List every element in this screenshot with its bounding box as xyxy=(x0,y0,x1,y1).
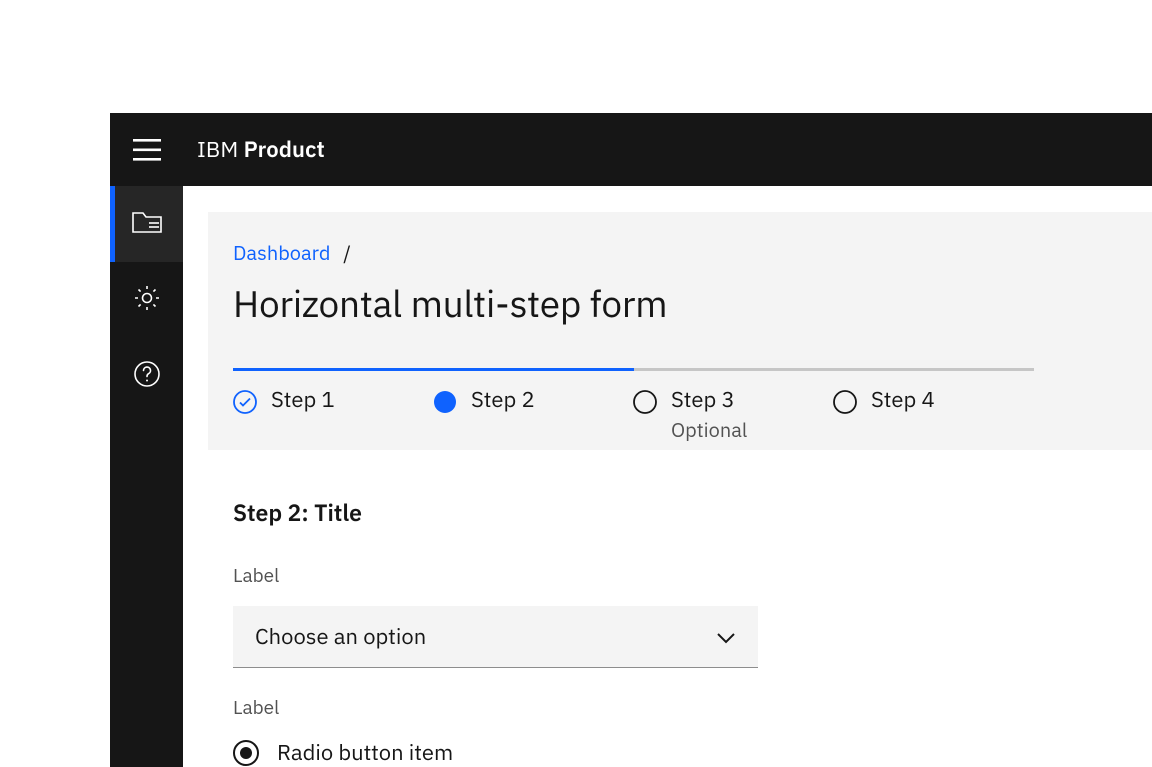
progress-step-4[interactable]: Step 4 xyxy=(833,386,1033,443)
progress-step-2[interactable]: Step 2 xyxy=(433,386,633,443)
progress-step-sublabel: Optional xyxy=(671,416,747,443)
progress-step-label: Step 2 xyxy=(471,386,535,414)
radio-option-label: Radio button item xyxy=(277,738,453,767)
upcoming-step-icon xyxy=(633,390,657,414)
chevron-down-icon xyxy=(716,622,736,651)
select-value: Choose an option xyxy=(255,622,426,651)
breadcrumb: Dashboard / xyxy=(233,239,1152,266)
menu-icon[interactable] xyxy=(133,139,161,161)
progress-fill xyxy=(233,368,634,371)
current-step-icon xyxy=(433,390,457,414)
help-icon xyxy=(133,360,161,393)
radio-group-label: Label xyxy=(233,696,1152,720)
form-section-title: Step 2: Title xyxy=(233,498,1152,528)
form-area: Step 2: Title Label Choose an option Lab… xyxy=(233,498,1152,767)
page-title: Horizontal multi-step form xyxy=(233,280,1152,328)
brand-label[interactable]: IBM Product xyxy=(197,135,325,164)
gear-icon xyxy=(133,284,161,317)
upcoming-step-icon xyxy=(833,390,857,414)
select-label: Label xyxy=(233,564,758,588)
progress-step-1[interactable]: Step 1 xyxy=(233,386,433,443)
progress-step-label: Step 4 xyxy=(871,386,935,414)
left-sidebar xyxy=(110,186,183,767)
progress-step-label: Step 3 xyxy=(671,386,747,414)
checkmark-circle-icon xyxy=(233,390,257,414)
brand-name: Product xyxy=(244,135,325,164)
progress-step-3[interactable]: Step 3 Optional xyxy=(633,386,833,443)
radio-option-1[interactable]: Radio button item xyxy=(233,738,1152,767)
breadcrumb-link-dashboard[interactable]: Dashboard xyxy=(233,239,331,266)
select-input[interactable]: Choose an option xyxy=(233,606,758,668)
sidebar-item-folder[interactable] xyxy=(110,186,183,262)
radio-group: Label Radio button item xyxy=(233,696,1152,767)
sidebar-item-help[interactable] xyxy=(110,338,183,414)
radio-checked-icon xyxy=(233,740,259,766)
breadcrumb-separator: / xyxy=(343,239,351,266)
page-header-panel: Dashboard / Horizontal multi-step form S… xyxy=(208,212,1152,450)
progress-step-label: Step 1 xyxy=(271,386,335,414)
global-header: IBM Product xyxy=(110,113,1152,186)
sidebar-item-settings[interactable] xyxy=(110,262,183,338)
progress-indicator: Step 1 Step 2 xyxy=(233,368,1034,443)
folder-icon xyxy=(132,209,162,240)
select-field: Label Choose an option xyxy=(233,564,758,668)
brand-prefix: IBM xyxy=(197,135,238,164)
